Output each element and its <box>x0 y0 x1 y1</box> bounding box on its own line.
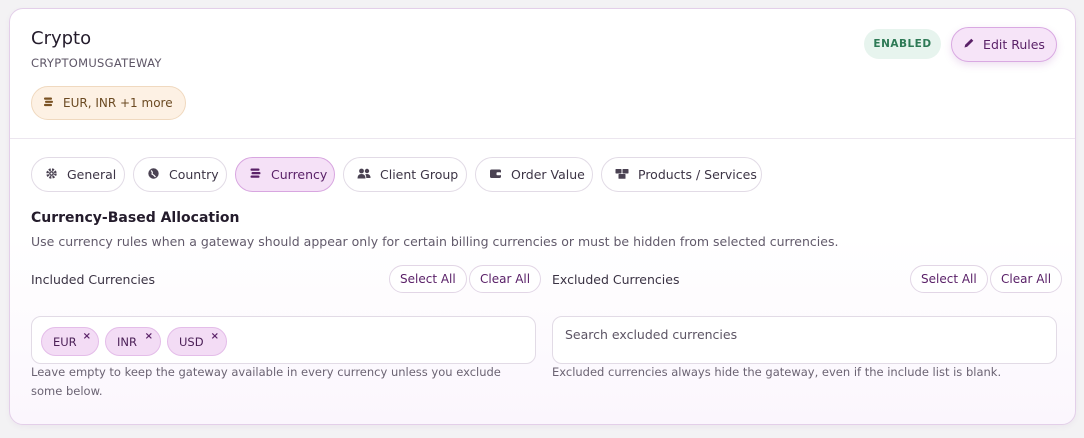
tab-country[interactable]: Country <box>133 157 227 192</box>
excluded-search-placeholder: Search excluded currencies <box>565 327 738 342</box>
globe-icon <box>147 167 160 183</box>
gear-icon <box>45 167 58 183</box>
chip-label: EUR <box>53 334 77 349</box>
gateway-header: Crypto CRYPTOMUSGATEWAY EUR, INR +1 more… <box>10 9 1075 139</box>
currency-summary-text: EUR, INR +1 more <box>63 96 173 110</box>
included-help-text: Leave empty to keep the gateway availabl… <box>31 365 501 398</box>
included-clear-all-button[interactable]: Clear All <box>469 265 542 293</box>
tab-label: General <box>67 167 117 182</box>
chip-label: INR <box>117 334 137 349</box>
excluded-currencies-label: Excluded Currencies <box>552 272 680 287</box>
excluded-help-text: Excluded currencies always hide the gate… <box>552 365 1002 379</box>
gateway-code: CRYPTOMUSGATEWAY <box>31 56 162 70</box>
boxes-icon <box>615 167 629 183</box>
chip-label: USD <box>179 334 204 349</box>
excluded-select-all-button[interactable]: Select All <box>910 265 988 293</box>
coins-icon <box>249 167 262 183</box>
tab-client-group[interactable]: Client Group <box>343 157 467 192</box>
tab-currency[interactable]: Currency <box>235 157 335 192</box>
tab-label: Client Group <box>380 167 459 182</box>
tab-label: Currency <box>271 167 328 182</box>
included-currencies-label: Included Currencies <box>31 272 156 287</box>
wallet-icon <box>489 167 502 183</box>
tab-label: Order Value <box>511 167 585 182</box>
remove-chip-icon[interactable]: × <box>211 331 219 342</box>
users-icon <box>357 167 371 183</box>
tab-general[interactable]: General <box>31 157 125 192</box>
currency-chip-eur: EUR × <box>41 327 99 356</box>
status-badge: ENABLED <box>864 29 941 59</box>
remove-chip-icon[interactable]: × <box>83 331 91 342</box>
included-select-all-button[interactable]: Select All <box>389 265 467 293</box>
tab-label: Country <box>169 167 219 182</box>
edit-rules-label: Edit Rules <box>983 37 1045 52</box>
included-currencies-input[interactable]: EUR × INR × USD × <box>31 316 536 364</box>
currency-chip-usd: USD × <box>167 327 227 356</box>
currency-chip-inr: INR × <box>105 327 161 356</box>
gateway-title: Crypto <box>31 28 92 49</box>
excluded-clear-all-button[interactable]: Clear All <box>990 265 1063 293</box>
pencil-icon <box>963 37 975 52</box>
tab-order-value[interactable]: Order Value <box>475 157 593 192</box>
gateway-card: Crypto CRYPTOMUSGATEWAY EUR, INR +1 more… <box>9 8 1076 425</box>
section-description: Use currency rules when a gateway should… <box>31 234 839 249</box>
edit-rules-button[interactable]: Edit Rules <box>951 27 1057 62</box>
remove-chip-icon[interactable]: × <box>145 331 153 342</box>
tab-products-services[interactable]: Products / Services <box>601 157 762 192</box>
excluded-currencies-input[interactable]: Search excluded currencies <box>552 316 1057 364</box>
tab-label: Products / Services <box>638 167 757 182</box>
coins-icon <box>43 96 55 111</box>
section-title: Currency-Based Allocation <box>31 210 240 226</box>
currency-summary-badge: EUR, INR +1 more <box>31 86 186 120</box>
